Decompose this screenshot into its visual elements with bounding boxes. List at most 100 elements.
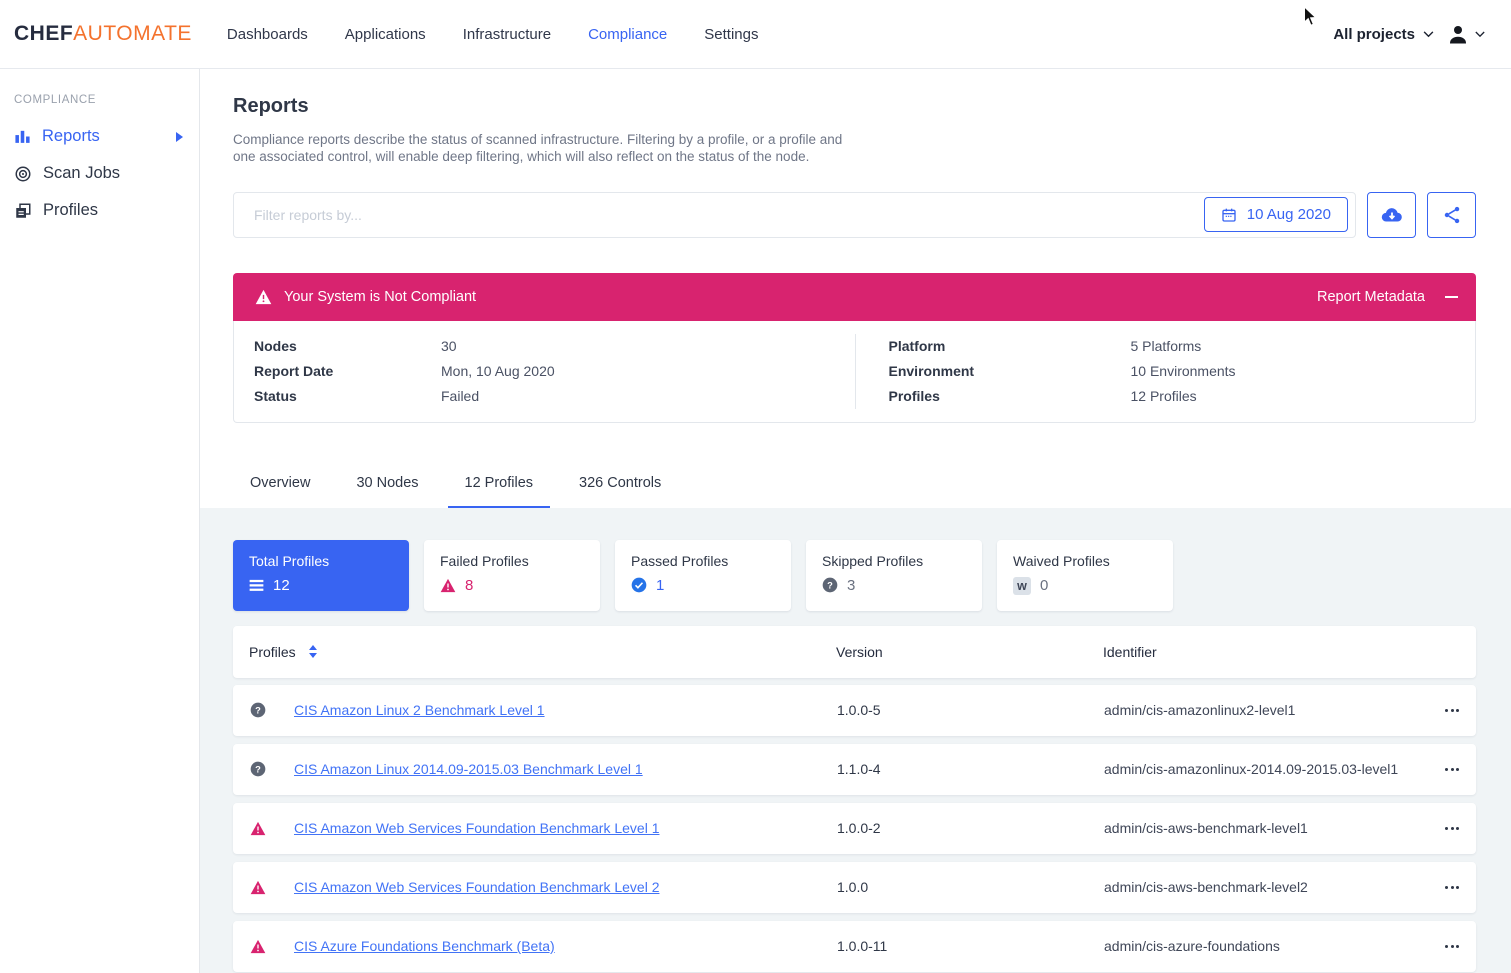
more-options-button[interactable] (1428, 819, 1476, 838)
sidebar-item-profiles[interactable]: Profiles (0, 192, 199, 229)
calendar-icon (1221, 207, 1237, 223)
metadata-label: Platform (889, 338, 1131, 354)
card-failed-profiles[interactable]: Failed Profiles 8 (424, 540, 600, 611)
app-logo[interactable]: CHEFAUTOMATE (14, 22, 192, 46)
sidebar-item-label: Scan Jobs (43, 164, 120, 183)
nav-item[interactable]: Settings (704, 26, 758, 43)
download-report-button[interactable] (1367, 192, 1416, 238)
metadata-row: Profiles 12 Profiles (889, 384, 1456, 409)
tab[interactable]: 12 Profiles (448, 459, 551, 508)
metadata-label: Nodes (254, 338, 441, 354)
card-passed-profiles[interactable]: Passed Profiles 1 (615, 540, 791, 611)
metadata-row: Environment 10 Environments (889, 359, 1456, 384)
filter-box: 10 Aug 2020 (233, 192, 1356, 238)
compliance-banner: Your System is Not Compliant Report Meta… (233, 273, 1476, 321)
sidebar-section-label: COMPLIANCE (0, 94, 199, 106)
tab[interactable]: 326 Controls (562, 459, 678, 508)
card-value: 8 (465, 577, 473, 594)
collapse-icon[interactable] (1445, 296, 1458, 298)
profile-version: 1.0.0-11 (837, 938, 1104, 954)
profile-version: 1.0.0-2 (837, 820, 1104, 836)
nav-item[interactable]: Dashboards (227, 26, 308, 43)
sidebar-item-scan-jobs[interactable]: Scan Jobs (0, 155, 199, 192)
card-title: Total Profiles (249, 553, 393, 569)
column-header-version: Version (836, 644, 1103, 660)
metadata-label: Environment (889, 363, 1131, 379)
profile-link[interactable]: CIS Amazon Web Services Foundation Bench… (294, 820, 659, 836)
card-skipped-profiles[interactable]: Skipped Profiles ? 3 (806, 540, 982, 611)
metadata-value: Mon, 10 Aug 2020 (441, 363, 555, 379)
date-picker-button[interactable]: 10 Aug 2020 (1204, 197, 1348, 232)
metadata-value: Failed (441, 388, 479, 404)
svg-text:?: ? (255, 705, 261, 715)
report-tabs: Overview 30 Nodes 12 Profiles 326 Contro… (233, 459, 1476, 508)
projects-dropdown[interactable]: All projects (1333, 26, 1434, 43)
logo-chef: CHEF (14, 22, 73, 45)
tab[interactable]: Overview (233, 459, 327, 508)
profile-identifier: admin/cis-amazonlinux-2014.09-2015.03-le… (1104, 761, 1428, 777)
card-title: Failed Profiles (440, 553, 584, 569)
profiles-table-header: Profiles Version Identifier (233, 626, 1476, 678)
card-waived-profiles[interactable]: Waived Profiles w 0 (997, 540, 1173, 611)
profile-version: 1.0.0-5 (837, 702, 1104, 718)
tab[interactable]: 30 Nodes (339, 459, 435, 508)
table-row: ? CIS Amazon Linux 2 Benchmark Level 1 1… (233, 685, 1476, 736)
metadata-label: Report Date (254, 363, 441, 379)
profile-link[interactable]: CIS Azure Foundations Benchmark (Beta) (294, 938, 555, 954)
nav-item[interactable]: Infrastructure (463, 26, 551, 43)
profile-link[interactable]: CIS Amazon Linux 2014.09-2015.03 Benchma… (294, 761, 643, 777)
table-row: ? CIS Amazon Web Services Foundation Ben… (233, 862, 1476, 913)
nav-item[interactable]: Compliance (588, 26, 667, 43)
chevron-down-icon (1475, 31, 1485, 38)
metadata-row: Report Date Mon, 10 Aug 2020 (254, 359, 835, 384)
bar-chart-icon (14, 128, 31, 145)
user-menu[interactable] (1446, 22, 1485, 46)
metadata-value: 30 (441, 338, 457, 354)
sidebar-item-label: Profiles (43, 201, 98, 220)
expand-arrow-icon[interactable] (176, 132, 183, 142)
card-value: 12 (273, 577, 290, 594)
user-icon (1446, 22, 1470, 46)
column-header-identifier: Identifier (1103, 644, 1428, 660)
metadata-left-column: Nodes 30 Report Date Mon, 10 Aug 2020 St… (234, 334, 855, 409)
projects-label: All projects (1333, 26, 1415, 43)
card-title: Skipped Profiles (822, 553, 966, 569)
profile-version: 1.1.0-4 (837, 761, 1104, 777)
sidebar-item-reports[interactable]: Reports (0, 118, 199, 155)
profile-identifier: admin/cis-azure-foundations (1104, 938, 1428, 954)
metadata-label: Profiles (889, 388, 1131, 404)
card-total-profiles[interactable]: Total Profiles 12 (233, 540, 409, 611)
card-title: Passed Profiles (631, 553, 775, 569)
date-label: 10 Aug 2020 (1247, 206, 1331, 223)
nav-item[interactable]: Applications (345, 26, 426, 43)
more-options-button[interactable] (1428, 701, 1476, 720)
filter-reports-input[interactable] (252, 206, 1204, 224)
page-description: Compliance reports describe the status o… (233, 131, 861, 166)
main-nav: Dashboards Applications Infrastructure C… (227, 26, 759, 43)
report-metadata-label: Report Metadata (1317, 289, 1425, 305)
profiles-table-body: ? CIS Amazon Linux 2 Benchmark Level 1 1… (233, 685, 1476, 972)
report-metadata-panel: Nodes 30 Report Date Mon, 10 Aug 2020 St… (233, 321, 1476, 423)
profile-identifier: admin/cis-aws-benchmark-level1 (1104, 820, 1428, 836)
share-report-button[interactable] (1427, 192, 1476, 238)
sort-toggle[interactable] (309, 645, 317, 658)
profile-status-cards: Total Profiles 12 Failed Profiles 8 Pass… (233, 540, 1476, 611)
report-metadata-toggle[interactable]: Report Metadata (1317, 289, 1458, 305)
profiles-section: Total Profiles 12 Failed Profiles 8 Pass… (200, 508, 1511, 973)
metadata-right-column: Platform 5 Platforms Environment 10 Envi… (855, 334, 1476, 409)
cloud-download-icon (1380, 203, 1404, 227)
more-options-button[interactable] (1428, 878, 1476, 897)
passed-icon (631, 577, 647, 593)
radar-icon (14, 165, 32, 183)
profile-link[interactable]: CIS Amazon Web Services Foundation Bench… (294, 879, 659, 895)
card-title: Waived Profiles (1013, 553, 1157, 569)
profile-version: 1.0.0 (837, 879, 1104, 895)
skipped-status-icon: ? (250, 702, 266, 718)
more-options-button[interactable] (1428, 760, 1476, 779)
metadata-label: Status (254, 388, 441, 404)
profile-link[interactable]: CIS Amazon Linux 2 Benchmark Level 1 (294, 702, 545, 718)
nav-right: All projects (1333, 22, 1485, 46)
failed-status-icon (250, 880, 266, 895)
share-icon (1441, 204, 1463, 226)
more-options-button[interactable] (1428, 937, 1476, 956)
